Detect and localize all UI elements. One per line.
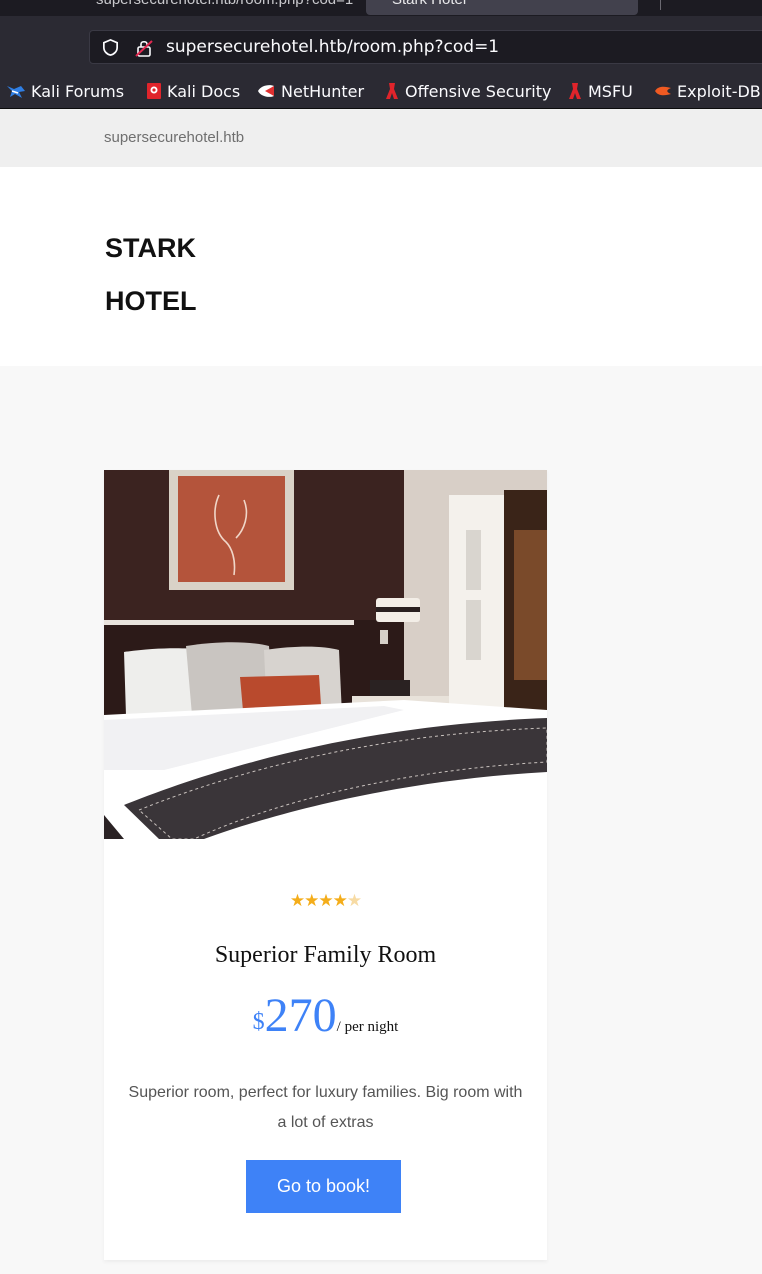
site-header: STARK HOTEL <box>0 167 762 366</box>
logo-line-1: STARK <box>105 233 196 263</box>
tab-strip: supersecurehotel.htb/room.php?cod=1 Star… <box>0 0 762 16</box>
bookmark-label: NetHunter <box>281 81 365 101</box>
room-description: Superior room, perfect for luxury famili… <box>128 1084 523 1131</box>
price-currency: $ <box>252 1009 265 1035</box>
bookmark-offensive-security[interactable]: Offensive Security <box>384 80 551 102</box>
bookmark-label: Offensive Security <box>405 81 552 101</box>
bookmark-nethunter[interactable]: NetHunter <box>256 80 364 102</box>
tab-active-title: Stark Hotel <box>392 0 466 8</box>
tab-inactive-title[interactable]: supersecurehotel.htb/room.php?cod=1 <box>96 0 353 8</box>
star-empty-icon: ★ <box>346 891 362 910</box>
kali-dragon-icon <box>7 86 25 98</box>
top-bar: supersecurehotel.htb <box>0 109 762 167</box>
room-card: ★★★★★ Superior Family Room $270/ per nig… <box>104 470 547 1260</box>
offsec-icon <box>386 83 398 99</box>
star-icon: ★ <box>318 891 333 910</box>
price-value: 270 <box>264 989 337 1042</box>
star-icon: ★ <box>289 891 305 910</box>
tab-separator <box>660 0 661 10</box>
logo-line-2: HOTEL <box>105 286 197 316</box>
url-bar[interactable]: supersecurehotel.htb/room.php?cod=1 <box>89 30 762 64</box>
room-title: Superior Family Room <box>214 942 437 968</box>
navigation-toolbar: supersecurehotel.htb/room.php?cod=1 <box>0 16 762 76</box>
insecure-lock-icon[interactable] <box>134 38 154 58</box>
bookmark-label: Exploit-DB <box>677 81 761 101</box>
bookmark-kali-forums[interactable]: Kali Forums <box>6 80 124 102</box>
room-photo[interactable] <box>104 470 547 839</box>
price-unit: / per night <box>336 1019 399 1035</box>
breadcrumb[interactable]: supersecurehotel.htb <box>104 129 244 146</box>
bookmark-kali-docs[interactable]: Kali Docs <box>146 80 240 102</box>
bookmark-label: Kali Docs <box>167 81 241 101</box>
bookmarks-toolbar: Kali Forums Kali Docs NetHunter Offensiv… <box>0 74 762 109</box>
bookmark-label: Kali Forums <box>31 81 125 101</box>
offsec-icon <box>569 83 581 99</box>
shield-icon[interactable] <box>101 38 120 57</box>
star-rating: ★★★★★ <box>104 890 547 912</box>
star-icon: ★ <box>332 891 348 910</box>
bookmark-exploit-db[interactable]: Exploit-DB <box>654 80 761 102</box>
kali-docs-icon <box>147 83 161 99</box>
url-text[interactable]: supersecurehotel.htb/room.php?cod=1 <box>166 37 499 57</box>
exploit-db-icon <box>655 86 671 96</box>
bookmark-label: MSFU <box>588 81 633 101</box>
room-price: $270/ per night <box>104 988 547 1043</box>
star-icon: ★ <box>304 891 319 910</box>
tab-active[interactable]: Stark Hotel <box>366 0 638 15</box>
book-button[interactable]: Go to book! <box>246 1160 401 1213</box>
bookmark-msfu[interactable]: MSFU <box>567 80 633 102</box>
nethunter-icon <box>258 85 274 97</box>
site-logo[interactable]: STARK HOTEL <box>105 222 245 328</box>
